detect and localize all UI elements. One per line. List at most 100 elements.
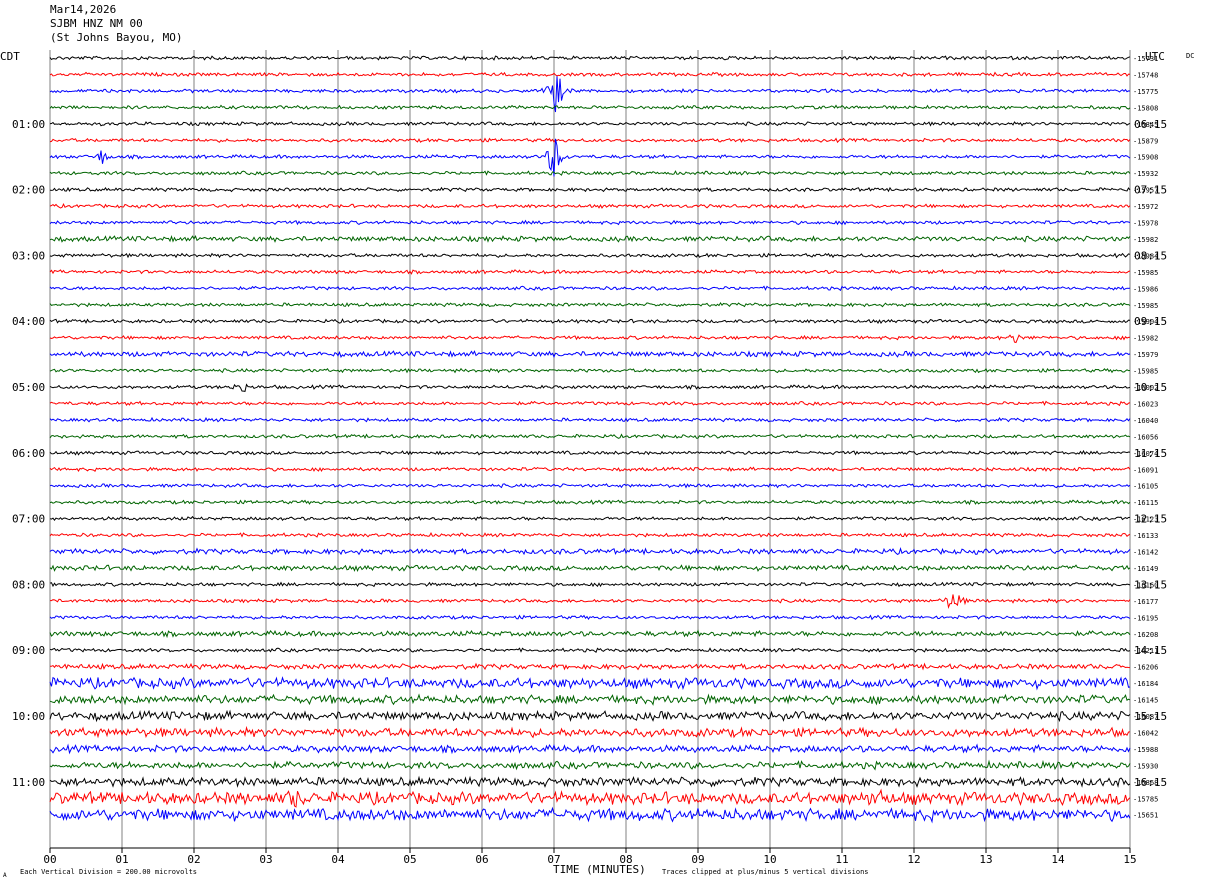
- dc-offset-label: -15748: [1133, 71, 1158, 79]
- trace-line: [49, 235, 1131, 243]
- dc-offset-label: -16177: [1133, 598, 1158, 606]
- x-tick-label: 15: [1123, 853, 1136, 866]
- dc-offset-label: -16105: [1133, 483, 1158, 491]
- dc-offset-label: -15785: [1133, 795, 1158, 803]
- trace-line: [49, 104, 1131, 111]
- trace-line: [49, 400, 1131, 407]
- dc-offset-label: -16115: [1133, 499, 1158, 507]
- dc-offset-label: -15985: [1133, 368, 1158, 376]
- trace-line: [49, 499, 1131, 506]
- trace-line: [49, 71, 1131, 78]
- cdt-hour-label: 06:00: [12, 447, 45, 460]
- corner-mark: A: [3, 872, 7, 879]
- trace-line: [49, 416, 1131, 423]
- utc-hour-label: 13:15: [1134, 578, 1167, 591]
- trace-line: [49, 121, 1131, 127]
- seismic-traces: [49, 55, 1131, 824]
- trace-line: [49, 285, 1131, 292]
- trace-line: [49, 203, 1131, 209]
- utc-hour-label: 09:15: [1134, 315, 1167, 328]
- dc-offset-label: -16184: [1133, 680, 1158, 688]
- x-tick-label: 05: [403, 853, 416, 866]
- axis-labels: 00 01 02 03 04 05 06 07 08 09 10 11 12 13 14 15-15731-1…: [12, 55, 1167, 866]
- dc-offset-label: -16145: [1133, 697, 1158, 705]
- cdt-hour-label: 03:00: [12, 249, 45, 262]
- right-axis-label: UTC: [1145, 50, 1165, 63]
- x-tick-label: 13: [979, 853, 992, 866]
- cdt-hour-label: 10:00: [12, 710, 45, 723]
- cdt-hour-label: 11:00: [12, 776, 45, 789]
- cdt-hour-label: 07:00: [12, 513, 45, 526]
- left-axis-label: CDT: [0, 50, 20, 63]
- x-tick-label: 00: [43, 853, 56, 866]
- dc-offset-label: -15930: [1133, 762, 1158, 770]
- dc-offset-label: -16091: [1133, 466, 1158, 474]
- trace-line: [49, 725, 1131, 739]
- trace-line: [49, 647, 1131, 653]
- utc-hour-label: 14:15: [1134, 644, 1167, 657]
- trace-line: [49, 219, 1131, 226]
- dc-offset-label: -16195: [1133, 614, 1158, 622]
- trace-line: [49, 138, 1131, 177]
- dc-offset-label: -15986: [1133, 285, 1158, 293]
- cdt-hour-label: 05:00: [12, 381, 45, 394]
- dc-offset-label: -15978: [1133, 220, 1158, 228]
- x-tick-label: 10: [763, 853, 776, 866]
- dc-offset-label: -15982: [1133, 236, 1158, 244]
- dc-offset-label: -16133: [1133, 532, 1158, 540]
- trace-line: [49, 564, 1131, 572]
- scale-note: Each Vertical Division = 200.00 microvol…: [20, 868, 197, 876]
- x-tick-label: 02: [187, 853, 200, 866]
- dc-offset-label: -15979: [1133, 351, 1158, 359]
- dc-offset-label: -15982: [1133, 335, 1158, 343]
- trace-line: [49, 629, 1131, 639]
- utc-hour-label: 12:15: [1134, 513, 1167, 526]
- x-tick-label: 03: [259, 853, 272, 866]
- trace-line: [49, 547, 1131, 556]
- utc-hour-label: 10:15: [1134, 381, 1167, 394]
- dc-offset-label: -15879: [1133, 137, 1158, 145]
- dc-offset-label: -15972: [1133, 203, 1158, 211]
- trace-line: [49, 759, 1131, 771]
- dc-offset-label: -15775: [1133, 88, 1158, 96]
- trace-line: [49, 788, 1131, 808]
- x-tick-label: 06: [475, 853, 488, 866]
- clip-note: Traces clipped at plus/minus 5 vertical …: [662, 868, 869, 876]
- utc-hour-label: 16:15: [1134, 776, 1167, 789]
- trace-line: [49, 693, 1131, 706]
- dc-offset-label: -15985: [1133, 302, 1158, 310]
- x-tick-label: 11: [835, 853, 848, 866]
- dc-offset-label: -15985: [1133, 269, 1158, 277]
- trace-line: [49, 268, 1131, 275]
- trace-line: [49, 186, 1131, 193]
- dc-offset-label: -15808: [1133, 104, 1158, 112]
- trace-line: [49, 676, 1131, 691]
- utc-hour-label: 07:15: [1134, 184, 1167, 197]
- trace-line: [49, 449, 1131, 456]
- dc-offset-label: -15988: [1133, 746, 1158, 754]
- x-tick-label: 14: [1051, 853, 1065, 866]
- trace-line: [49, 252, 1131, 259]
- trace-line: [49, 383, 1131, 392]
- trace-line: [49, 170, 1131, 176]
- x-axis-title: TIME (MINUTES): [553, 863, 646, 876]
- helicorder-chart: 00 01 02 03 04 05 06 07 08 09 10 11 12 13 14 15-15731-1…: [0, 50, 1194, 879]
- cdt-hour-label: 04:00: [12, 315, 45, 328]
- trace-line: [49, 775, 1131, 788]
- trace-line: [49, 466, 1131, 473]
- trace-line: [49, 55, 1131, 62]
- trace-line: [49, 433, 1131, 440]
- trace-line: [49, 367, 1131, 374]
- dc-offset-label: -16040: [1133, 417, 1158, 425]
- dc-offset-label: -16208: [1133, 631, 1158, 639]
- x-tick-label: 12: [907, 853, 920, 866]
- trace-line: [49, 743, 1131, 755]
- trace-line: [49, 301, 1131, 308]
- utc-hour-label: 08:15: [1134, 249, 1167, 262]
- cdt-hour-label: 09:00: [12, 644, 45, 657]
- dc-offset-label: -16023: [1133, 400, 1158, 408]
- cdt-hour-label: 01:00: [12, 118, 45, 131]
- x-tick-label: 01: [115, 853, 128, 866]
- dc-offset-label: -16142: [1133, 549, 1158, 557]
- trace-line: [50, 594, 1131, 609]
